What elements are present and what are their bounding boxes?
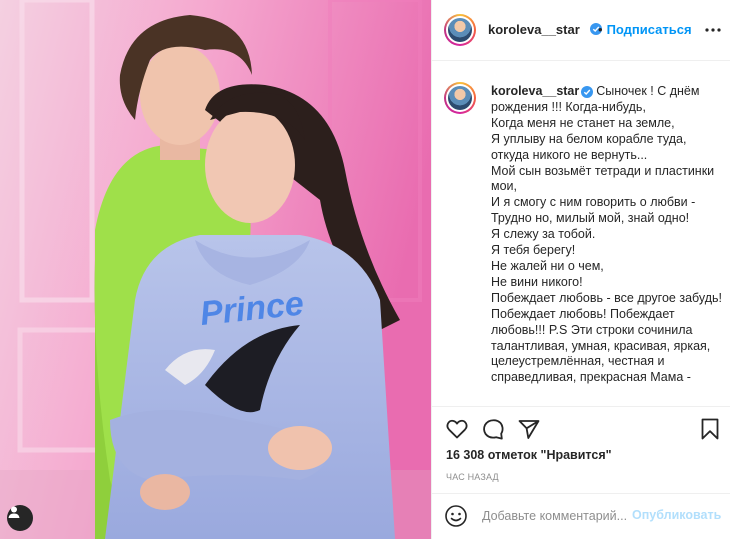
post-timestamp[interactable]: ЧАС НАЗАД: [446, 472, 499, 482]
author-username[interactable]: koroleva__star: [488, 22, 580, 37]
caption-area: koroleva__star Сыночек ! С днём рождения …: [432, 62, 730, 406]
caption-text: Сыночек ! С днём рождения !!! Когда-нибу…: [491, 84, 723, 385]
post-actions: 16 308 отметок "Нравится" ЧАС НАЗАД Опуб…: [432, 406, 730, 536]
likes-number: 16 308: [446, 448, 485, 462]
comment-bar: Опубликовать: [432, 493, 730, 537]
post-details-panel: koroleva__star • Подписаться koroleva__st…: [431, 0, 730, 539]
comment-icon[interactable]: [480, 416, 506, 442]
user-tag-icon[interactable]: [7, 505, 33, 531]
caption-username[interactable]: koroleva__star: [491, 84, 579, 98]
photo-illustration: Prince: [0, 0, 431, 539]
avatar[interactable]: [444, 14, 476, 46]
verified-badge-icon: [581, 86, 594, 98]
paper-plane-icon[interactable]: [516, 416, 542, 442]
likes-count[interactable]: 16 308 отметок "Нравится": [446, 448, 612, 462]
comment-input[interactable]: [482, 504, 632, 528]
heart-icon[interactable]: [444, 416, 470, 442]
follow-button[interactable]: • Подписаться: [598, 22, 692, 37]
post-photo[interactable]: Prince: [0, 0, 431, 539]
caption-avatar[interactable]: [444, 82, 476, 114]
likes-label: отметок "Нравится": [487, 448, 612, 462]
post-caption: koroleva__star Сыночек ! С днём рождения …: [491, 84, 723, 386]
more-options-icon[interactable]: [704, 20, 722, 40]
smiley-icon[interactable]: [444, 504, 468, 528]
follow-label: Подписаться: [606, 22, 692, 37]
bookmark-icon[interactable]: [697, 416, 723, 442]
separator-dot: •: [598, 22, 603, 37]
publish-button[interactable]: Опубликовать: [632, 508, 721, 522]
post-header: koroleva__star • Подписаться: [432, 0, 730, 61]
